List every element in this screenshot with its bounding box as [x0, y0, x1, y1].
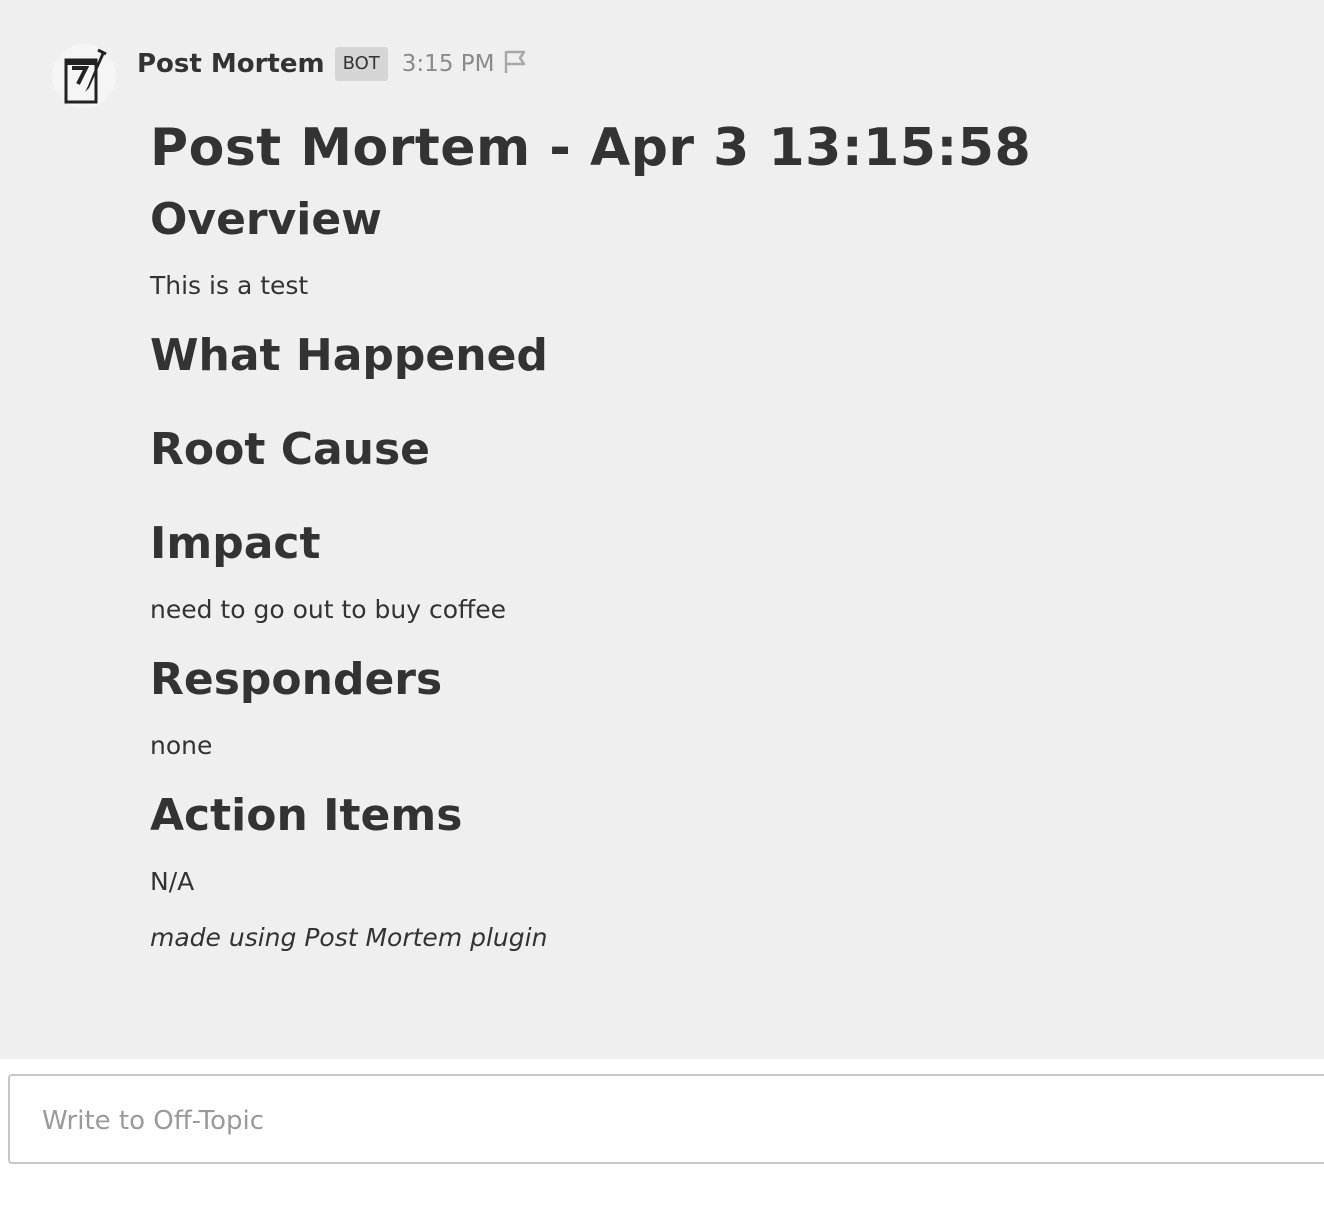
section-body-impact: need to go out to buy coffee: [150, 595, 506, 624]
username[interactable]: Post Mortem: [137, 49, 325, 79]
post-title: Post Mortem - Apr 3 13:15:58: [150, 118, 1032, 178]
avatar[interactable]: [52, 44, 116, 108]
section-body-responders: none: [150, 731, 213, 760]
bot-badge: BOT: [334, 47, 388, 81]
section-body-overview: This is a test: [150, 271, 309, 300]
section-heading-impact: Impact: [150, 518, 321, 569]
message-input[interactable]: [40, 1098, 1244, 1144]
post-header: Post Mortem BOT 3:15 PM: [137, 44, 528, 84]
post-footer: made using Post Mortem plugin: [150, 923, 548, 952]
section-body-action-items: N/A: [150, 867, 195, 896]
section-heading-root-cause: Root Cause: [150, 424, 431, 475]
post: Post Mortem BOT 3:15 PM Post Mortem - Ap…: [0, 0, 1324, 1059]
section-heading-overview: Overview: [150, 194, 382, 245]
section-heading-action-items: Action Items: [150, 790, 463, 841]
message-composer[interactable]: [8, 1074, 1324, 1164]
section-heading-what-happened: What Happened: [150, 330, 548, 381]
post-body: Post Mortem - Apr 3 13:15:58 Overview Th…: [150, 108, 1300, 954]
section-heading-responders: Responders: [150, 654, 443, 705]
flag-icon[interactable]: [502, 49, 528, 79]
notepad-pencil-icon: [64, 48, 107, 104]
post-time[interactable]: 3:15 PM: [402, 51, 495, 77]
